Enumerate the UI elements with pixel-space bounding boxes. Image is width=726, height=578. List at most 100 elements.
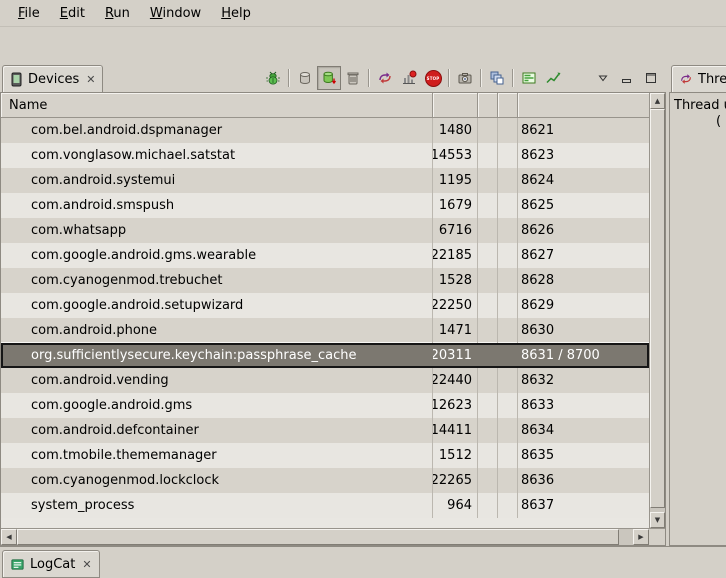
menu-window[interactable]: Window [140,3,211,24]
empty-cell [478,118,498,143]
tab-threads-label: Threa [698,72,726,87]
process-name: com.bel.android.dspmanager [1,118,433,143]
empty-cell [478,168,498,193]
empty-cell [478,368,498,393]
table-body: com.bel.android.dspmanager 1480 8621 com… [1,118,649,528]
scroll-up-button[interactable]: ▲ [650,93,665,109]
toolbar-separator [512,69,514,87]
minimize-button[interactable] [615,66,639,90]
empty-cell [498,293,518,318]
cause-gc-button[interactable] [341,66,365,90]
column-header-port[interactable] [518,93,649,117]
close-icon[interactable]: ✕ [86,74,95,85]
process-name: com.android.systemui [1,168,433,193]
menu-run[interactable]: Run [95,3,140,24]
process-pid: 1528 [433,268,478,293]
capture-systrace-button[interactable] [517,66,541,90]
update-heap-button[interactable] [293,66,317,90]
column-header-pid[interactable] [433,93,478,117]
scroll-right-button[interactable]: ▶ [633,529,649,545]
ddms-window: { "menu_bar": { "items": [ {"label": "Fi… [0,0,726,577]
table-row[interactable]: com.android.vending 22440 8632 [1,368,649,393]
threads-tabbar: Threa [669,63,726,93]
menu-edit[interactable]: Edit [50,3,95,24]
maximize-button[interactable] [639,66,663,90]
dump-view-hierarchy-icon [489,70,505,86]
empty-cell [498,418,518,443]
tab-logcat[interactable]: LogCat ✕ [2,550,100,578]
process-port: 8631 / 8700 [518,343,649,368]
tab-devices[interactable]: Devices ✕ [2,65,103,92]
threads-message-line2: ( [716,114,721,129]
dump-hprof-icon [321,70,337,86]
table-row[interactable]: com.cyanogenmod.lockclock 22265 8636 [1,468,649,493]
minimize-icon [620,71,634,85]
table-row[interactable]: com.whatsapp 6716 8626 [1,218,649,243]
table-row[interactable]: com.tmobile.thememanager 1512 8635 [1,443,649,468]
start-method-profiling-button[interactable] [397,66,421,90]
empty-cell [498,193,518,218]
close-icon[interactable]: ✕ [82,559,91,570]
start-opengl-trace-icon [545,70,561,86]
scroll-down-button[interactable]: ▼ [650,512,665,528]
logcat-bar: LogCat ✕ [0,546,726,577]
vertical-scrollbar[interactable]: ▲ ▼ [649,93,665,528]
menu-file[interactable]: File [8,3,50,24]
dump-view-hierarchy-button[interactable] [485,66,509,90]
stop-process-button[interactable]: STOP [421,66,445,90]
vertical-scroll-thumb[interactable] [650,109,665,508]
process-port: 8621 [518,118,649,143]
table-row[interactable]: com.android.phone 1471 8630 [1,318,649,343]
process-port: 8626 [518,218,649,243]
toolbar-separator [448,69,450,87]
table-row[interactable]: com.vonglasow.michael.satstat 14553 8623 [1,143,649,168]
empty-cell [498,218,518,243]
table-row-selected[interactable]: org.sufficientlysecure.keychain:passphra… [1,343,649,368]
capture-systrace-icon [521,70,537,86]
table-row[interactable]: com.android.smspush 1679 8625 [1,193,649,218]
screen-capture-button[interactable] [453,66,477,90]
threads-message-line1: Thread up [674,98,726,113]
devices-toolbar: STOP [261,66,663,90]
tab-threads[interactable]: Threa [671,65,726,92]
table-row[interactable]: com.google.android.setupwizard 22250 862… [1,293,649,318]
scroll-left-button[interactable]: ◀ [1,529,17,545]
table-row[interactable]: system_process 964 8637 [1,493,649,518]
process-port: 8634 [518,418,649,443]
process-port: 8637 [518,493,649,518]
chevron-down-icon [597,72,609,84]
screen-capture-icon [457,70,473,86]
horizontal-scrollbar[interactable]: ◀ ▶ [1,528,649,545]
process-port: 8624 [518,168,649,193]
table-row[interactable]: com.google.android.gms 12623 8633 [1,393,649,418]
update-threads-button[interactable] [373,66,397,90]
debug-process-button[interactable] [261,66,285,90]
update-threads-icon [377,70,393,86]
menu-help[interactable]: Help [211,3,261,24]
empty-cell [478,243,498,268]
table-row[interactable]: com.android.defcontainer 14411 8634 [1,418,649,443]
dump-hprof-button[interactable] [317,66,341,90]
process-name: com.tmobile.thememanager [1,443,433,468]
table-row[interactable]: com.bel.android.dspmanager 1480 8621 [1,118,649,143]
table-row[interactable]: com.cyanogenmod.trebuchet 1528 8628 [1,268,649,293]
empty-cell [498,443,518,468]
column-header-3[interactable] [498,93,518,117]
scroll-down-icon: ▼ [655,516,660,524]
column-header-2[interactable] [478,93,498,117]
horizontal-scroll-thumb[interactable] [17,529,619,545]
table-header: Name [1,93,649,118]
start-opengl-trace-button[interactable] [541,66,565,90]
view-menu-button[interactable] [591,66,615,90]
empty-cell [498,493,518,518]
process-name: com.android.vending [1,368,433,393]
column-header-name[interactable]: Name [1,93,433,117]
empty-cell [498,368,518,393]
empty-cell [478,343,498,368]
process-pid: 1195 [433,168,478,193]
table-row[interactable]: com.google.android.gms.wearable 22185 86… [1,243,649,268]
table-row[interactable]: com.android.systemui 1195 8624 [1,168,649,193]
process-pid: 14553 [433,143,478,168]
threads-icon [679,72,693,86]
empty-cell [478,418,498,443]
